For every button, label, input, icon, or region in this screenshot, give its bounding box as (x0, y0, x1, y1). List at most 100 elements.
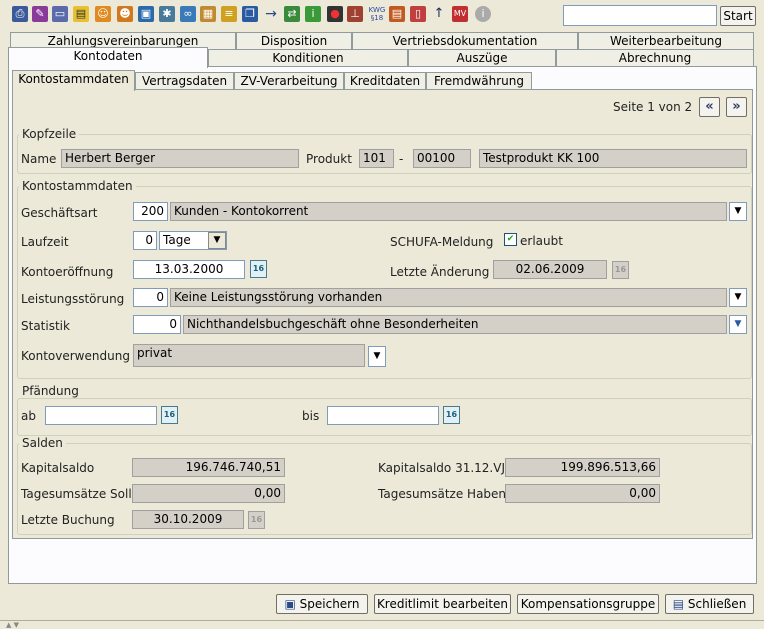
statistik-text-field: Nichthandelsbuchgeschäft ohne Besonderhe… (183, 315, 727, 334)
subtab-kontostammdaten[interactable]: Kontostammdaten (12, 70, 135, 91)
leistung-text-field: Keine Leistungsstörung vorhanden (170, 288, 727, 307)
close-icon: ▤ (672, 597, 685, 611)
eroeffnung-field[interactable]: 13.03.2000 (133, 260, 245, 279)
laufzeit-field[interactable]: 0 (133, 231, 157, 250)
leistung-dropdown-icon[interactable]: ▼ (729, 288, 747, 307)
close-button-label: Schließen (687, 597, 747, 611)
laufzeit-label: Laufzeit (21, 235, 69, 249)
tab-disposition[interactable]: Disposition (236, 32, 352, 49)
subtab-fremdwaehrung[interactable]: Fremdwährung (426, 72, 532, 89)
eroeffnung-label: Kontoeröffnung (21, 265, 114, 279)
alert-icon-label: MV (453, 9, 467, 18)
ab-calendar-icon[interactable]: 16 (161, 406, 178, 424)
tab-kontodaten[interactable]: Kontodaten (8, 47, 208, 68)
pfaendung-legend: Pfändung (19, 384, 82, 398)
subtab-vertragsdaten[interactable]: Vertragsdaten (135, 72, 234, 89)
coins-icon[interactable]: ≡ (221, 6, 237, 22)
bis-field[interactable] (327, 406, 439, 425)
toolbar: ⎙ ✎ ▭ ▤ ☺ ☻ ▣ ✱ ∞ ▦ ≡ ❐ → ⇄ i ● ⊥ KWG §1… (0, 0, 764, 30)
alert-icon[interactable]: MV (452, 6, 468, 22)
produkt-dash: - (399, 152, 404, 166)
geschaeftsart-label: Geschäftsart (21, 206, 98, 220)
start-button[interactable]: Start (720, 6, 756, 26)
verwendung-dropdown-icon[interactable]: ▼ (368, 346, 386, 367)
copy-icon[interactable]: ❐ (242, 6, 258, 22)
document-icon[interactable]: ▯ (410, 6, 426, 22)
page-prev-button[interactable]: « (699, 97, 720, 117)
tab-konditionen[interactable]: Konditionen (208, 49, 408, 66)
tab-abrechnung[interactable]: Abrechnung (556, 49, 754, 66)
law-icon-label: KWG §18 (368, 6, 386, 22)
window-icon[interactable]: ▣ (138, 6, 154, 22)
statistik-dropdown-icon[interactable]: ▼ (729, 315, 747, 334)
aenderung-calendar-icon: 16 (612, 261, 629, 279)
arrow-up-icon[interactable]: ↑ (431, 6, 447, 22)
stamp-icon[interactable]: ⊥ (347, 6, 363, 22)
soll-field: 0,00 (132, 484, 285, 503)
name-field: Herbert Berger (61, 149, 299, 168)
transfer-icon[interactable]: ⇄ (284, 6, 300, 22)
search-input[interactable] (563, 5, 717, 26)
geschaeftsart-dropdown-icon[interactable]: ▼ (729, 202, 747, 221)
statistik-label: Statistik (21, 319, 70, 333)
kontostammdaten-panel: Seite 1 von 2 « » Kopfzeile Name Herbert… (12, 89, 753, 539)
produkt-code1-field: 101 (359, 149, 394, 168)
schufa-checkbox[interactable]: ✔ (504, 233, 517, 246)
verwendung-field: privat (133, 344, 365, 367)
subtab-zv-verarbeitung[interactable]: ZV-Verarbeitung (234, 72, 344, 89)
name-label: Name (21, 152, 57, 166)
share-icon[interactable]: ✱ (159, 6, 175, 22)
card-icon[interactable]: ▭ (52, 6, 68, 22)
tab-weiterbearbeitung[interactable]: Weiterbearbeitung (578, 32, 754, 49)
save-button[interactable]: ▣ Speichern (276, 594, 368, 614)
laufzeit-unit-dropdown-icon[interactable]: ▼ (208, 232, 226, 249)
haben-label: Tagesumsätze Haben (378, 487, 507, 501)
stammdaten-legend: Kontostammdaten (19, 179, 136, 193)
arrow-icon[interactable]: → (263, 6, 279, 22)
bottom-divider (0, 620, 764, 621)
buchung-field: 30.10.2009 (132, 510, 244, 529)
kapitalsaldo-vj-label: Kapitalsaldo 31.12.VJ (378, 461, 505, 475)
person-add-icon[interactable]: ☺ (95, 6, 111, 22)
ab-field[interactable] (45, 406, 157, 425)
eroeffnung-calendar-icon[interactable]: 16 (250, 260, 267, 278)
note-icon[interactable]: ▤ (73, 6, 89, 22)
haben-field: 0,00 (505, 484, 660, 503)
close-button[interactable]: ▤ Schließen (665, 594, 754, 614)
buchung-calendar-icon: 16 (248, 511, 265, 529)
leistung-code-field[interactable]: 0 (133, 288, 168, 307)
statistik-code-field[interactable]: 0 (133, 315, 181, 334)
buchung-label: Letzte Buchung (21, 513, 115, 527)
traffic-light-icon[interactable]: ● (327, 6, 343, 22)
ab-label: ab (21, 409, 36, 423)
salden-legend: Salden (19, 436, 66, 450)
printer-icon[interactable]: ⎙ (12, 6, 28, 22)
kopfzeile-legend: Kopfzeile (19, 127, 80, 141)
subtab-kreditdaten[interactable]: Kreditdaten (344, 72, 426, 89)
save-button-label: Speichern (299, 597, 360, 611)
report-icon[interactable]: ▤ (389, 6, 405, 22)
person-edit-icon[interactable]: ☻ (117, 6, 133, 22)
laufzeit-unit-value: Tage (163, 233, 191, 247)
kapitalsaldo-label: Kapitalsaldo (21, 461, 95, 475)
law-icon[interactable]: KWG §18 (368, 6, 386, 22)
tab-vertriebsdokumentation[interactable]: Vertriebsdokumentation (352, 32, 578, 49)
tab-auszuege[interactable]: Auszüge (408, 49, 556, 66)
kreditlimit-button[interactable]: Kreditlimit bearbeiten (374, 594, 511, 614)
kapitalsaldo-vj-field: 199.896.513,66 (505, 458, 660, 477)
edit-icon[interactable]: ✎ (32, 6, 48, 22)
save-icon: ▣ (284, 597, 296, 611)
pager-text: Seite 1 von 2 (613, 100, 693, 114)
verwendung-label: Kontoverwendung (21, 349, 130, 363)
help-icon[interactable]: i (475, 6, 491, 22)
kompensation-button[interactable]: Kompensationsgruppe (517, 594, 659, 614)
produkt-code2-field: 00100 (413, 149, 471, 168)
page-next-button[interactable]: » (726, 97, 747, 117)
geschaeftsart-code-field[interactable]: 200 (133, 202, 168, 221)
bis-calendar-icon[interactable]: 16 (443, 406, 460, 424)
produkt-label: Produkt (306, 152, 352, 166)
calendar-icon[interactable]: ▦ (200, 6, 216, 22)
leistung-label: Leistungsstörung (21, 292, 125, 306)
link-icon[interactable]: ∞ (180, 6, 196, 22)
info-icon[interactable]: i (305, 6, 321, 22)
